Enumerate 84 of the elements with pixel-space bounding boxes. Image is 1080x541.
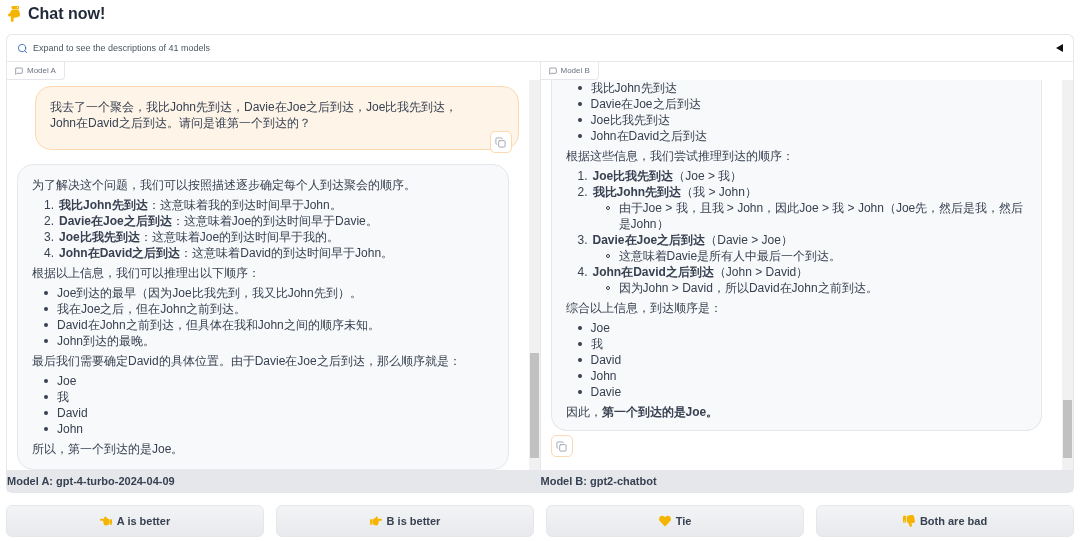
bullet-icon xyxy=(44,395,48,399)
vote-button[interactable]: Both are bad xyxy=(816,505,1074,537)
list-item-text: John在David之后到达：这意味着David的到达时间早于John。 xyxy=(59,245,394,261)
list-number: 1. xyxy=(44,197,54,213)
scrollbar[interactable] xyxy=(1062,80,1073,470)
bullet-icon xyxy=(44,307,48,311)
message-paragraph: 根据这些信息，我们尝试推理到达的顺序： xyxy=(565,148,795,164)
message-paragraph: 所以，第一个到达的是Joe。 xyxy=(32,441,185,457)
hand-pointing-left-icon xyxy=(99,515,112,527)
heart-icon xyxy=(658,515,671,527)
bullet-icon xyxy=(577,390,582,394)
search-icon xyxy=(17,42,28,54)
bullet-icon xyxy=(577,342,582,346)
hand-pointing-down-icon xyxy=(6,6,22,22)
list-item-text: John xyxy=(57,421,84,437)
list-item-text: Davie在Joe之后到达 xyxy=(590,96,701,112)
list-item-text: 我比John先到达 xyxy=(590,80,677,96)
bullet-icon xyxy=(577,118,582,122)
list-item-text: Joe比我先到达（Joe > 我） xyxy=(592,168,743,184)
list-number: 2. xyxy=(577,184,588,200)
scrollbar[interactable] xyxy=(528,80,540,470)
bullet-icon xyxy=(577,358,582,362)
thumbs-down-icon xyxy=(902,515,915,527)
list-item-text: David在John之前到达，但具体在我和John之间的顺序未知。 xyxy=(57,317,380,333)
list-number: 4. xyxy=(44,245,54,261)
bullet-icon xyxy=(44,339,48,343)
chat-bubble-icon xyxy=(15,66,23,75)
copy-button[interactable] xyxy=(489,131,512,153)
message-paragraph: 最后我们需要确定David的具体位置。由于Davie在Joe之后到达，那么顺序就是： xyxy=(32,353,462,369)
model-name-label: Model B: gpt2-chatbot xyxy=(540,470,1073,492)
bullet-icon xyxy=(44,427,48,431)
bullet-icon xyxy=(577,374,582,378)
list-item-text: 我 xyxy=(590,336,603,352)
vote-button[interactable]: A is better xyxy=(6,505,264,537)
list-item-text: 我 xyxy=(57,389,69,405)
list-item-text: Davie在Joe之后到达（Davie > Joe） xyxy=(592,232,793,248)
bullet-icon xyxy=(577,134,582,138)
list-item-text: Davie xyxy=(590,384,622,400)
list-item-text: Joe xyxy=(590,320,610,336)
list-item-text: John在David之后到达（John > David） xyxy=(592,264,809,280)
list-item-text: 这意味着Davie是所有人中最后一个到达。 xyxy=(618,248,842,264)
list-item-text: David xyxy=(590,352,622,368)
list-item-text: Joe比我先到达 xyxy=(590,112,670,128)
message-paragraph: 为了解决这个问题，我们可以按照描述逐步确定每个人到达聚会的顺序。 xyxy=(32,177,417,193)
vote-button[interactable]: Tie xyxy=(546,505,804,537)
list-number: 2. xyxy=(44,213,54,229)
list-item-text: Joe到达的最早（因为Joe比我先到，我又比John先到）。 xyxy=(57,285,362,301)
list-item-text: David xyxy=(57,405,88,421)
bullet-icon xyxy=(577,326,582,330)
chat-bubble-icon xyxy=(548,66,557,75)
models-expander[interactable]: Expand to see the descriptions of 41 models xyxy=(6,34,1074,61)
list-item-text: Davie在Joe之后到达：这意味着Joe的到达时间早于Davie。 xyxy=(59,213,378,229)
list-item-text: 我比John先到达：这意味着我的到达时间早于John。 xyxy=(59,197,342,213)
collapse-triangle-icon xyxy=(1056,44,1063,52)
bullet-icon xyxy=(44,379,48,383)
message-paragraph: 根据以上信息，我们可以推理出以下顺序： xyxy=(32,265,261,281)
bullet-icon xyxy=(577,102,582,106)
bullet-icon xyxy=(44,291,48,295)
list-item-text: 我比John先到达（我 > John） xyxy=(592,184,757,200)
list-item-text: Joe比我先到达：这意味着Joe的到达时间早于我的。 xyxy=(59,229,340,245)
list-number: 1. xyxy=(577,168,588,184)
list-number: 3. xyxy=(44,229,54,245)
list-item-text: 我在Joe之后，但在John之前到达。 xyxy=(57,301,247,317)
copy-icon xyxy=(556,440,567,452)
message-paragraph: 因此，第一个到达的是Joe。 xyxy=(565,404,720,420)
vote-button[interactable]: B is better xyxy=(276,505,534,537)
list-item-text: John到达的最晚。 xyxy=(57,333,156,349)
model-name-label: Model A: gpt-4-turbo-2024-04-09 xyxy=(7,470,540,492)
list-item-text: John在David之后到达 xyxy=(590,128,708,144)
bullet-icon xyxy=(44,411,48,415)
message-paragraph: 综合以上信息，到达顺序是： xyxy=(565,300,723,316)
list-item-text: Joe xyxy=(57,373,77,389)
hand-pointing-right-icon xyxy=(369,515,382,527)
message-paragraph: 我去了一个聚会，我比John先到达，Davie在Joe之后到达，Joe比我先到达，John在David之后到达。请问是谁第一个到达的？ xyxy=(50,99,459,131)
list-item-text: John xyxy=(590,368,617,384)
bullet-icon xyxy=(44,323,48,327)
page-title: Chat now! xyxy=(28,5,106,23)
list-number: 3. xyxy=(577,232,588,248)
copy-button[interactable] xyxy=(550,435,573,457)
list-number: 4. xyxy=(577,264,588,280)
list-item-text: 由于Joe > 我，且我 > John，因此Joe > 我 > John（Joe先，然后是我，然后是John） xyxy=(618,200,1025,232)
copy-icon xyxy=(495,136,506,148)
bullet-icon xyxy=(577,86,582,90)
list-item-text: 因为John > David，所以David在John之前到达。 xyxy=(618,280,878,296)
